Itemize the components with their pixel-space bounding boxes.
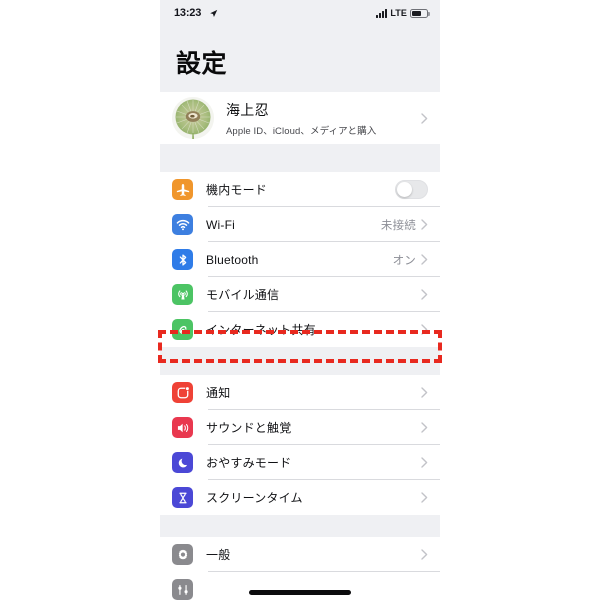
status-bar-indicators: LTE (376, 8, 430, 18)
row-label: サウンドと触覚 (206, 421, 292, 435)
status-bar: 13:23 LTE (160, 0, 440, 30)
chevron-right-icon (421, 387, 428, 398)
row-accessory (421, 549, 428, 560)
row-screen-time[interactable]: スクリーンタイム (160, 480, 440, 515)
notifications-icon (172, 382, 193, 403)
group-gap-1 (160, 144, 440, 172)
row-accessory (421, 324, 428, 335)
sounds-haptics-icon (172, 417, 193, 438)
iphone-settings-screen: 13:23 LTE 設定 海上忍 Apple ID、iCloud、メディアと購入… (160, 0, 440, 600)
notifications-group: 通知 サウンドと触覚 おやすみモード スクリーンタイム (160, 375, 440, 515)
chevron-right-icon (421, 549, 428, 560)
airplane-icon (172, 179, 193, 200)
row-accessory (421, 457, 428, 468)
account-subtitle: Apple ID、iCloud、メディアと購入 (226, 125, 377, 137)
row-partial-next[interactable] (160, 572, 440, 600)
connectivity-group: 機内モード Wi-Fi 未接続 Bluetooth オン モバイル通信 インター… (160, 172, 440, 347)
do-not-disturb-moon-icon (172, 452, 193, 473)
location-arrow-icon (210, 9, 218, 17)
chevron-right-icon (421, 324, 428, 335)
row-label: おやすみモード (206, 456, 292, 470)
chevron-right-icon (421, 457, 428, 468)
row-wifi[interactable]: Wi-Fi 未接続 (160, 207, 440, 242)
chevron-right-icon (421, 492, 428, 503)
personal-hotspot-icon (172, 319, 193, 340)
row-label: インターネット共有 (206, 323, 316, 337)
chevron-right-icon (421, 289, 428, 300)
row-label: 機内モード (206, 183, 268, 197)
row-label: Bluetooth (206, 252, 259, 267)
screenshot-canvas: 13:23 LTE 設定 海上忍 Apple ID、iCloud、メディアと購入… (0, 0, 600, 600)
apple-id-row[interactable]: 海上忍 Apple ID、iCloud、メディアと購入 (160, 92, 440, 144)
row-label: スクリーンタイム (206, 491, 303, 505)
home-indicator-bar (249, 590, 351, 595)
chevron-right-icon (421, 219, 428, 230)
group-gap-2 (160, 347, 440, 375)
control-center-icon (172, 579, 193, 600)
account-name: 海上忍 (226, 101, 269, 118)
row-do-not-disturb[interactable]: おやすみモード (160, 445, 440, 480)
status-bar-time: 13:23 (174, 7, 202, 19)
group-gap-3 (160, 515, 440, 537)
row-general[interactable]: 一般 (160, 537, 440, 572)
account-group: 海上忍 Apple ID、iCloud、メディアと購入 (160, 92, 440, 144)
row-label: モバイル通信 (206, 288, 280, 302)
bluetooth-status-value: オン (392, 254, 416, 267)
chevron-right-icon (421, 254, 428, 265)
row-cellular[interactable]: モバイル通信 (160, 277, 440, 312)
dandelion-avatar (172, 97, 214, 139)
screen-time-hourglass-icon (172, 487, 193, 508)
avatar (172, 97, 214, 139)
chevron-right-icon (421, 422, 428, 433)
bluetooth-icon (172, 249, 193, 270)
row-notifications[interactable]: 通知 (160, 375, 440, 410)
row-bluetooth[interactable]: Bluetooth オン (160, 242, 440, 277)
cellular-antenna-icon (172, 284, 193, 305)
network-type-label: LTE (390, 8, 407, 18)
airplane-mode-toggle[interactable] (395, 180, 428, 199)
general-gear-icon (172, 544, 193, 565)
wifi-icon (172, 214, 193, 235)
wifi-status-value: 未接続 (380, 219, 416, 232)
row-personal-hotspot[interactable]: インターネット共有 (160, 312, 440, 347)
row-accessory (421, 492, 428, 503)
row-accessory (421, 289, 428, 300)
cellular-bars-icon (376, 8, 388, 18)
row-airplane-mode[interactable]: 機内モード (160, 172, 440, 207)
row-accessory: オン (393, 252, 428, 268)
account-text: 海上忍 Apple ID、iCloud、メディアと購入 (226, 100, 376, 137)
row-accessory: 未接続 (381, 217, 428, 233)
chevron-right-icon (421, 112, 428, 124)
row-label: Wi-Fi (206, 217, 235, 232)
battery-icon (410, 8, 430, 18)
row-label: 一般 (206, 548, 231, 562)
page-title: 設定 (160, 30, 440, 92)
row-accessory (421, 387, 428, 398)
row-label: 通知 (206, 386, 231, 400)
row-sounds-haptics[interactable]: サウンドと触覚 (160, 410, 440, 445)
row-accessory (395, 180, 428, 199)
row-accessory (421, 422, 428, 433)
account-accessory (421, 112, 428, 124)
